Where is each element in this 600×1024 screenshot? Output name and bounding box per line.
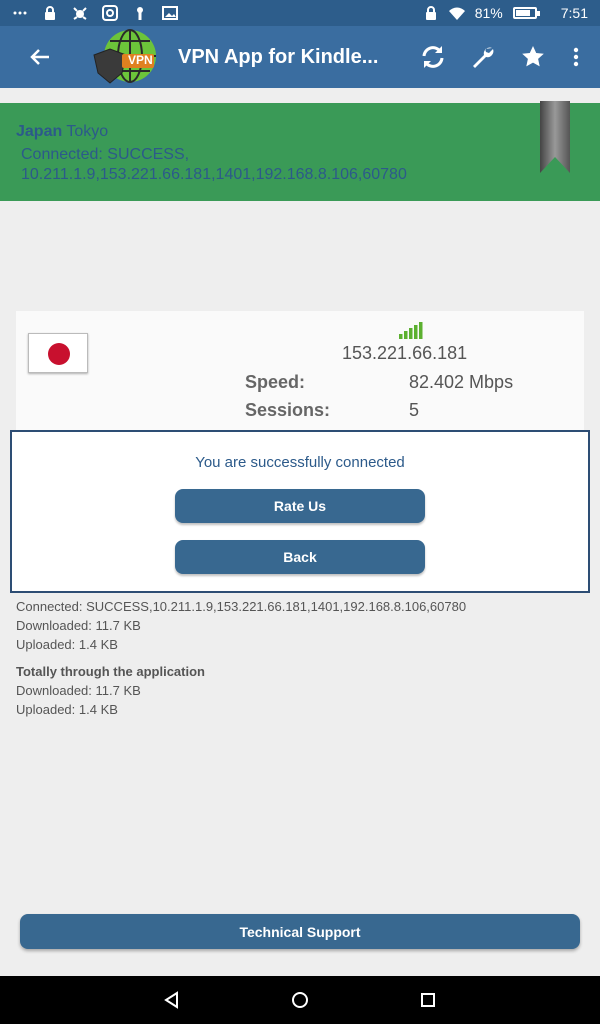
battery-icon [512,7,540,19]
speed-value: 82.402 Mbps [409,372,514,392]
bug-icon [72,5,88,21]
browser-icon [102,5,118,21]
location-text: Japan Tokyo [16,123,584,141]
more-dots-icon [12,5,28,21]
connection-banner: Japan Tokyo Connected: SUCCESS, 10.211.1… [0,101,600,201]
uploaded-info: Uploaded: 1.4 KB [16,637,118,652]
total-downloaded: Downloaded: 11.7 KB [16,683,141,698]
app-bar: VPN VPN App for Kindle... [0,26,600,88]
speed-label: Speed: [245,372,306,392]
status-details: 10.211.1.9,153.221.66.181,1401,192.168.8… [21,166,407,183]
lock-icon [42,5,58,21]
total-uploaded: Uploaded: 1.4 KB [16,702,118,717]
triangle-back-icon [164,991,178,1009]
clock: 7:51 [560,5,588,21]
more-vert-icon [573,47,579,67]
connected-info: Connected: SUCCESS,10.211.1.9,153.221.66… [16,599,467,614]
server-card: 153.221.66.181 Speed: 82.402 Mbps Sessio… [16,311,584,431]
lock-icon [423,5,439,21]
star-icon [522,46,544,67]
arrow-left-icon [30,49,49,65]
overflow-menu-button[interactable] [558,26,594,88]
circle-home-icon [292,992,308,1008]
nav-recents-button[interactable] [414,986,442,1014]
keyhole-icon [132,5,148,21]
japan-flag-icon [28,333,88,373]
rate-us-button[interactable]: Rate Us [175,489,425,523]
favorite-button[interactable] [508,26,558,88]
dialog-message: You are successfully connected [195,454,405,471]
connection-status: Connected: SUCCESS, 10.211.1.9,153.221.6… [16,145,584,185]
square-recents-icon [421,993,435,1007]
technical-support-button[interactable]: Technical Support [20,914,580,949]
refresh-button[interactable] [408,26,458,88]
nav-back-button[interactable] [158,986,186,1014]
status-bar: 81% 7:51 [0,0,600,26]
wifi-icon [448,5,465,21]
battery-percent: 81% [474,5,503,21]
back-button[interactable]: Back [175,540,425,574]
downloaded-info: Downloaded: 11.7 KB [16,618,141,633]
image-icon [162,5,178,21]
settings-button[interactable] [458,26,508,88]
success-dialog: You are successfully connected Rate Us B… [10,430,590,593]
city-name: Tokyo [66,123,109,140]
sessions-label: Sessions: [245,400,331,420]
bookmark-icon[interactable] [540,101,570,173]
country-name: Japan [16,123,63,140]
back-arrow-button[interactable] [0,26,80,88]
app-logo: VPN [92,29,158,85]
app-title: VPN App for Kindle... [178,45,379,68]
sessions-value: 5 [409,400,420,420]
signal-strength-icon [399,322,423,339]
navigation-bar [0,976,600,1024]
wrench-icon [473,47,494,68]
status-text: Connected: SUCCESS, [21,146,190,163]
nav-home-button[interactable] [286,986,314,1014]
refresh-icon [422,46,444,68]
logo-text: VPN [128,53,153,67]
total-title: Totally through the application [16,664,205,679]
server-ip: 153.221.66.181 [342,343,468,363]
